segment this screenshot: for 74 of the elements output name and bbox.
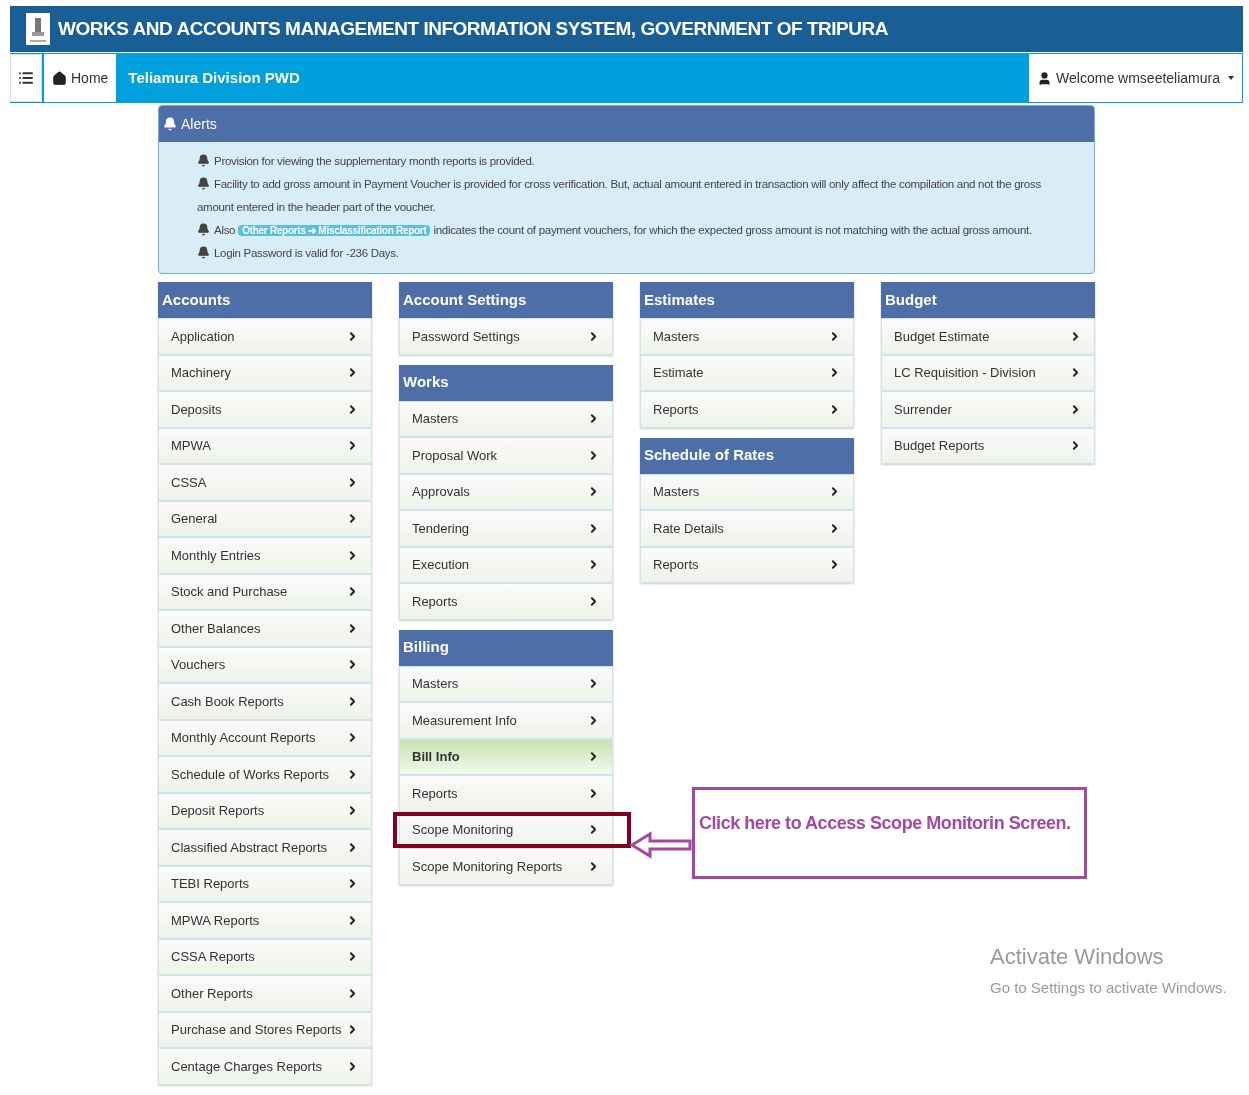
menu-item[interactable]: General xyxy=(158,500,372,537)
menu-button[interactable] xyxy=(10,54,42,102)
panel-header: Budget xyxy=(881,282,1095,318)
menu-item[interactable]: Proposal Work xyxy=(399,437,613,474)
activation-subtitle: Go to Settings to activate Windows. xyxy=(990,978,1227,998)
caret-icon xyxy=(1228,76,1234,80)
panel-header: Estimates xyxy=(640,282,854,318)
user-menu[interactable]: Welcome wmseeteliamura xyxy=(1029,54,1242,102)
menu-item[interactable]: Monthly Account Reports xyxy=(158,719,372,756)
menu-item[interactable]: Purchase and Stores Reports xyxy=(158,1011,372,1048)
menu-item[interactable]: Surrender xyxy=(881,391,1095,428)
menu-item[interactable]: Masters xyxy=(640,318,854,355)
menu-item[interactable]: Scope Monitoring Reports xyxy=(399,848,613,885)
menu-item[interactable]: MPWA Reports xyxy=(158,902,372,939)
menu-item[interactable]: Masters xyxy=(399,400,613,437)
bell-icon xyxy=(197,246,210,259)
home-link[interactable]: Home xyxy=(44,54,117,102)
menu-item[interactable]: Stock and Purchase xyxy=(158,573,372,610)
home-icon xyxy=(52,70,67,86)
menu-item[interactable]: Budget Reports xyxy=(881,427,1095,464)
menu-item[interactable]: Reports xyxy=(399,775,613,812)
menu-item[interactable]: Machinery xyxy=(158,354,372,391)
menu-item[interactable]: Approvals xyxy=(399,473,613,510)
bell-icon xyxy=(163,117,177,131)
panel-header: Account Settings xyxy=(399,282,613,318)
user-icon xyxy=(1037,70,1053,86)
alert-message: Login Password is valid for -236 Days. xyxy=(197,242,1078,265)
panel-header: Accounts xyxy=(158,282,372,318)
panel-header: Schedule of Rates xyxy=(640,437,854,474)
bell-icon xyxy=(197,177,210,190)
menu-item[interactable]: Password Settings xyxy=(399,318,613,355)
panel-header: Works xyxy=(399,364,613,401)
alert-message: Facility to add gross amount in Payment Voucher is provided for cross verification. But, actual amount entered in transaction will only affect the compilation and not the gross amount entered in the header part of the voucher. xyxy=(197,176,1042,215)
menu-item[interactable]: Masters xyxy=(399,665,613,702)
report-badge: Other Reports ➔ Misclassification Report xyxy=(238,225,431,236)
menu-item[interactable]: Centage Charges Reports xyxy=(158,1048,372,1085)
menu-item[interactable]: Monthly Entries xyxy=(158,537,372,574)
menu-item[interactable]: Rate Details xyxy=(640,510,854,547)
menu-item[interactable]: CSSA Reports xyxy=(158,938,372,975)
division-name: Teliamura Division PWD xyxy=(128,67,300,88)
alerts-title: Alerts xyxy=(181,114,217,134)
menu-item[interactable]: Deposit Reports xyxy=(158,792,372,829)
menu-item[interactable]: Measurement Info xyxy=(399,702,613,739)
menu-item[interactable]: MPWA xyxy=(158,427,372,464)
menu-item[interactable]: Deposits xyxy=(158,391,372,428)
menu-item[interactable]: Tendering xyxy=(399,510,613,547)
menu-item[interactable]: Reports xyxy=(640,391,854,428)
menu-item[interactable]: Other Reports xyxy=(158,975,372,1012)
menu-item[interactable]: Application xyxy=(158,318,372,355)
menu-item[interactable]: Reports xyxy=(640,546,854,583)
menu-item[interactable]: Cash Book Reports xyxy=(158,683,372,720)
menu-item[interactable]: Other Balances xyxy=(158,610,372,647)
menu-icon xyxy=(18,70,34,86)
menu-item[interactable]: Budget Estimate xyxy=(881,318,1095,355)
menu-item[interactable]: Classified Abstract Reports xyxy=(158,829,372,866)
alert-message: Provision for viewing the supplementary month reports is provided. xyxy=(197,150,1078,173)
menu-item[interactable]: LC Requisition - Division xyxy=(881,354,1095,391)
menu-item[interactable]: Schedule of Works Reports xyxy=(158,756,372,793)
panel-header: Billing xyxy=(399,629,613,666)
emblem-icon xyxy=(26,13,50,45)
menu-item[interactable]: Reports xyxy=(399,583,613,620)
menu-item[interactable]: Masters xyxy=(640,473,854,510)
menu-item[interactable]: Bill Info xyxy=(399,738,613,775)
alert-message: Also Other Reports ➔ Misclassification Report indicates the count of payment vouchers, for which the expected gross amount is not matching with the actual gross amount. xyxy=(197,219,1078,242)
callout-text: Click here to Access Scope Monitorin Screen. xyxy=(699,813,1071,833)
activation-title: Activate Windows xyxy=(990,943,1165,971)
menu-item[interactable]: Estimate xyxy=(640,354,854,391)
menu-item[interactable]: Vouchers xyxy=(158,646,372,683)
bell-icon xyxy=(197,154,210,167)
app-title: WORKS AND ACCOUNTS MANAGEMENT INFORMATION SYSTEM, GOVERNMENT OF TRIPURA xyxy=(58,16,889,41)
menu-item[interactable]: CSSA xyxy=(158,464,372,501)
menu-item[interactable]: TEBI Reports xyxy=(158,865,372,902)
menu-item[interactable]: Execution xyxy=(399,546,613,583)
bell-icon xyxy=(197,223,210,236)
